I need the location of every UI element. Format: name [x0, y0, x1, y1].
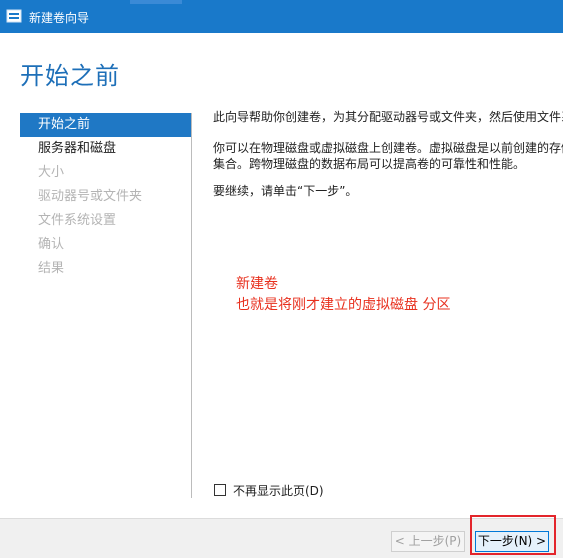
nav-item-results: 结果 — [38, 261, 65, 276]
title-bar-accent — [130, 0, 182, 4]
nav-item-file-system-settings: 文件系统设置 — [38, 213, 117, 228]
nav-item-server-and-disk[interactable]: 服务器和磁盘 — [20, 137, 192, 161]
nav-item-size: 大小 — [38, 165, 65, 180]
next-button-highlight-box — [470, 515, 556, 555]
disk-info-text-line2: 集合。跨物理磁盘的数据布局可以提高卷的可靠性和性能。 — [213, 157, 526, 171]
annotation-line1: 新建卷 — [236, 276, 278, 292]
intro-text: 此向导帮助你创建卷，为其分配驱动器号或文件夹，然后使用文件系统格式化卷。 — [213, 110, 563, 124]
disk-info-text-line1: 你可以在物理磁盘或虚拟磁盘上创建卷。虚拟磁盘是以前创建的存储空间中的物理磁盘 — [213, 141, 563, 155]
wizard-step-nav: 开始之前 服务器和磁盘 大小 驱动器号或文件夹 文件系统设置 确认 结果 — [20, 113, 192, 281]
wizard-app-icon — [6, 8, 22, 24]
window-title: 新建卷向导 — [29, 11, 90, 25]
red-annotation: 新建卷 也就是将刚才建立的虚拟磁盘 分区 — [236, 274, 450, 316]
nav-item-confirmation: 确认 — [38, 237, 65, 252]
nav-divider — [191, 113, 192, 498]
page-title: 开始之前 — [20, 62, 120, 90]
nav-item-before-you-begin[interactable]: 开始之前 — [20, 113, 192, 137]
annotation-line2: 也就是将刚才建立的虚拟磁盘 分区 — [236, 297, 451, 313]
previous-button[interactable]: < 上一步(P) — [391, 531, 465, 552]
nav-item-drive-letter-or-folder: 驱动器号或文件夹 — [38, 189, 143, 204]
title-bar: 新建卷向导 — [0, 0, 563, 33]
continue-instruction: 要继续，请单击“下一步”。 — [213, 184, 358, 198]
description-panel: 此向导帮助你创建卷，为其分配驱动器号或文件夹，然后使用文件系统格式化卷。 你可以… — [213, 109, 563, 199]
dont-show-again-checkbox[interactable] — [214, 484, 226, 496]
dont-show-again-label[interactable]: 不再显示此页(D) — [233, 482, 324, 499]
